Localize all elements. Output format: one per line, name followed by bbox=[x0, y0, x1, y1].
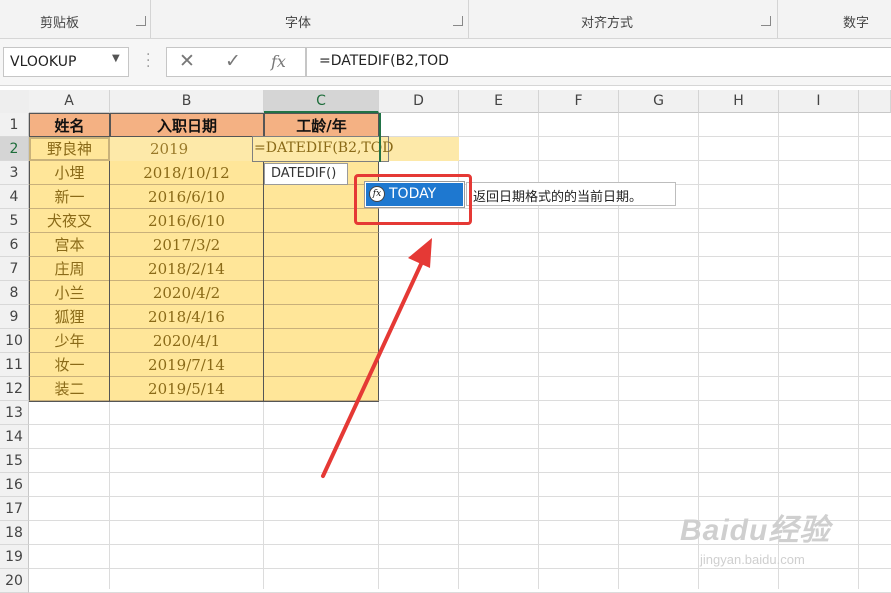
annotation-arrow-icon bbox=[321, 238, 432, 478]
watermark-url: jingyan.baidu.com bbox=[700, 552, 805, 567]
watermark-logo: Baidu经验 bbox=[680, 514, 831, 547]
